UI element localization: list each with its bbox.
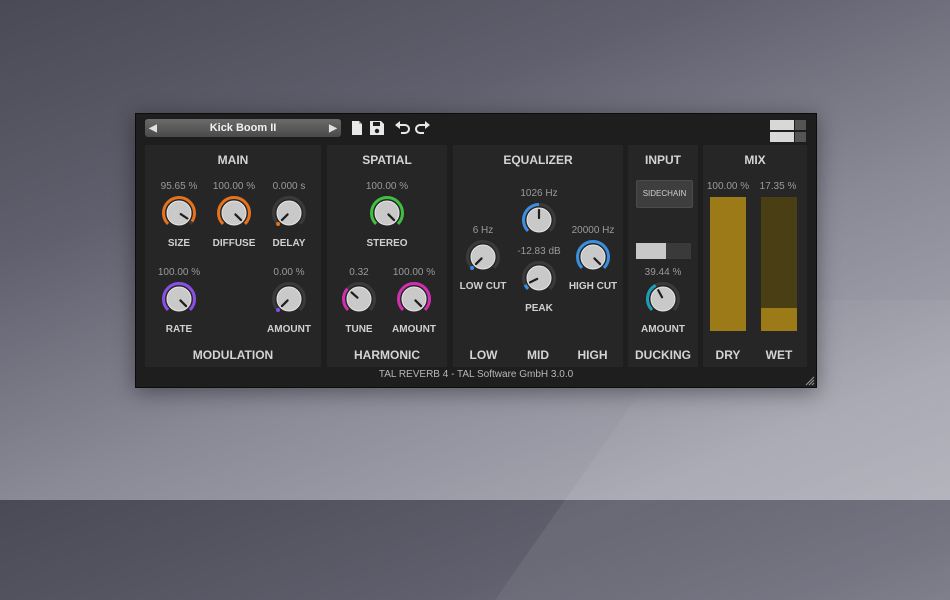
spatial-title: SPATIAL [362, 153, 412, 167]
high-cut-label: HIGH CUT [568, 281, 618, 292]
stereo-label: STEREO [366, 238, 408, 249]
main-title: MAIN [217, 153, 249, 167]
save-icon[interactable] [369, 120, 385, 136]
mid-freq-knob[interactable] [521, 202, 557, 238]
low-cut-label: LOW CUT [459, 281, 507, 292]
rate-knob[interactable] [161, 281, 197, 317]
spatial-panel: SPATIAL 100.00 % STEREO 0.32 TUNE 100.00… [327, 145, 447, 367]
high-cut-knob[interactable] [575, 239, 611, 275]
rate-value: 100.00 % [157, 267, 201, 278]
low-cut-value: 6 Hz [472, 225, 494, 236]
input-panel: INPUT SIDECHAIN 39.44 % AMOUNT DUCKING [628, 145, 698, 367]
input-title: INPUT [645, 153, 681, 167]
resize-grip-icon[interactable] [805, 376, 815, 386]
sidechain-button[interactable]: SIDECHAIN [636, 180, 693, 208]
modulation-amount-knob[interactable] [271, 281, 307, 317]
peak-label: PEAK [525, 303, 553, 314]
rate-label: RATE [165, 324, 193, 335]
low-cut-knob[interactable] [465, 239, 501, 275]
ducking-amount-value: 39.44 % [644, 267, 682, 278]
ducking-amount-label: AMOUNT [641, 324, 685, 335]
diffuse-knob[interactable] [216, 195, 252, 231]
main-panel: MAIN 95.65 % SIZE 100.00 % DIFFUSE 0.000… [145, 145, 321, 367]
mix-panel: MIX 100.00 % DRY 17.35 % WET [703, 145, 807, 367]
harmonic-amount-label: AMOUNT [392, 324, 436, 335]
wet-meter[interactable] [761, 197, 797, 331]
next-preset-button[interactable]: ▶ [325, 123, 341, 134]
mid-freq-value: 1026 Hz [520, 188, 558, 199]
peak-value: -12.83 dB [517, 246, 561, 257]
size-knob[interactable] [161, 195, 197, 231]
tune-knob[interactable] [341, 281, 377, 317]
delay-label: DELAY [272, 238, 306, 249]
ducking-amount-knob[interactable] [645, 281, 681, 317]
harmonic-amount-value: 100.00 % [392, 267, 436, 278]
input-toggle[interactable] [636, 243, 691, 259]
dry-meter-fill [710, 197, 746, 331]
redo-icon[interactable] [415, 120, 431, 136]
wet-label: WET [765, 348, 793, 362]
harmonic-amount-knob[interactable] [396, 281, 432, 317]
undo-icon[interactable] [394, 120, 410, 136]
window-size-icon[interactable] [770, 120, 806, 142]
delay-value: 0.000 s [272, 181, 306, 192]
stereo-knob[interactable] [369, 195, 405, 231]
equalizer-panel: EQUALIZER 1026 Hz 6 Hz LOW CUT -12.83 dB… [453, 145, 623, 367]
mix-title: MIX [744, 153, 766, 167]
wet-value: 17.35 % [759, 181, 797, 192]
peak-knob[interactable] [521, 260, 557, 296]
eq-band-high: HIGH [577, 348, 608, 362]
input-toggle-fill [636, 243, 667, 259]
new-file-icon[interactable] [349, 120, 365, 136]
stereo-value: 100.00 % [365, 181, 409, 192]
modulation-amount-label: AMOUNT [267, 324, 311, 335]
dry-meter[interactable] [710, 197, 746, 331]
footer-text: TAL REVERB 4 - TAL Software GmbH 3.0.0 [378, 369, 574, 380]
toolbar: ◀ Kick Boom II ▶ [136, 114, 816, 144]
wet-meter-fill [761, 307, 797, 331]
delay-knob[interactable] [271, 195, 307, 231]
high-cut-value: 20000 Hz [571, 225, 615, 236]
modulation-title: MODULATION [192, 348, 274, 362]
prev-preset-button[interactable]: ◀ [145, 123, 161, 134]
preset-selector[interactable]: ◀ Kick Boom II ▶ [145, 119, 341, 137]
modulation-amount-value: 0.00 % [273, 267, 305, 278]
equalizer-title: EQUALIZER [503, 153, 573, 167]
preset-name: Kick Boom II [209, 122, 277, 134]
plugin-window: ◀ Kick Boom II ▶ MAIN 95.65 % SIZE 100.0… [135, 113, 817, 388]
